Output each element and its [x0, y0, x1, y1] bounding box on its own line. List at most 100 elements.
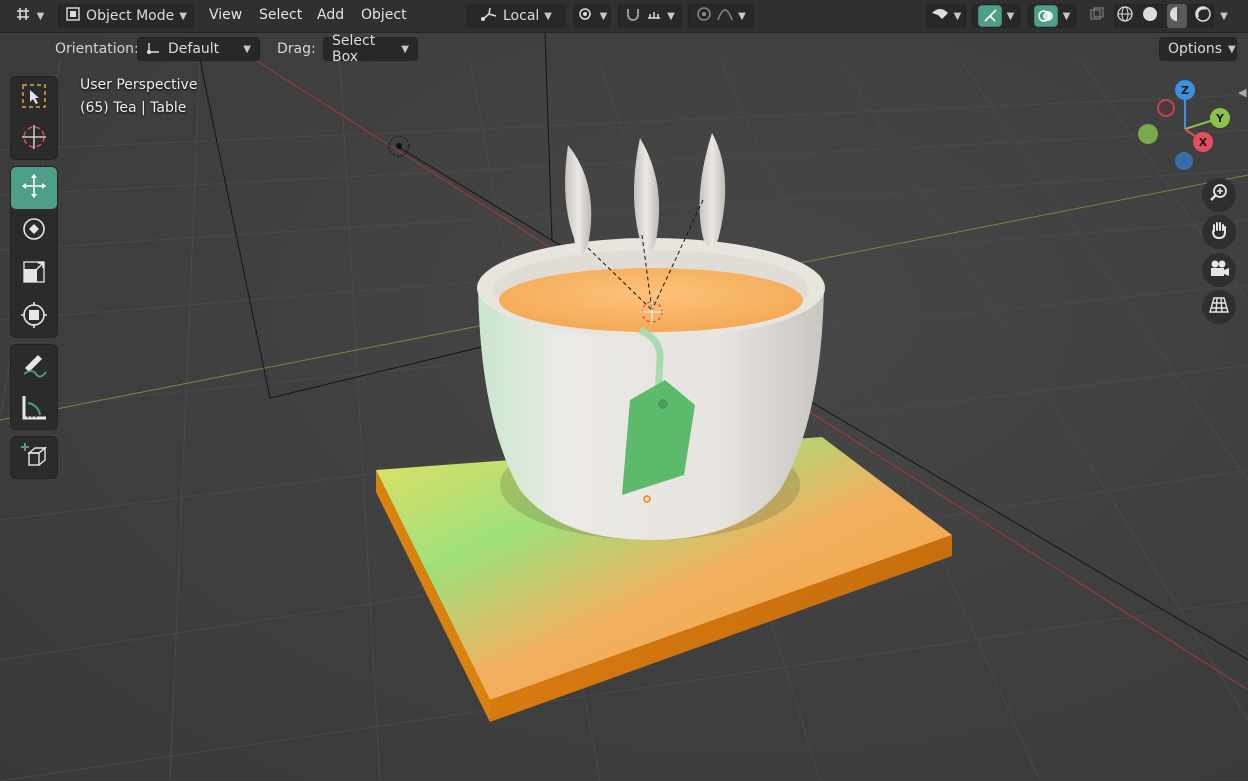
steam-right[interactable]	[699, 133, 726, 248]
orientation-icon	[480, 6, 498, 26]
add-cube-tool[interactable]	[11, 437, 57, 479]
view-object-types-icon	[931, 7, 949, 25]
cursor-tool[interactable]	[11, 118, 57, 160]
camera-view-button[interactable]	[1202, 253, 1236, 287]
gizmo-y-axis[interactable]: Y	[1210, 108, 1230, 128]
editor-type-icon	[14, 5, 32, 27]
grid-perspective-icon	[1209, 295, 1229, 319]
magnet-icon	[625, 6, 641, 26]
shading-options-button[interactable]: ▼	[1214, 4, 1234, 28]
overlays-toggle-group[interactable]: ▼	[1028, 4, 1076, 28]
chevron-down-icon: ▼	[1220, 10, 1228, 22]
toolbar-transform-group	[10, 166, 58, 338]
measure-tool[interactable]	[11, 388, 57, 430]
toolbar-annotate-group	[10, 344, 58, 430]
drag-label: Drag:	[277, 41, 316, 57]
chevron-down-icon: ▼	[599, 10, 608, 22]
drag-dropdown[interactable]: Select Box ▼	[323, 33, 418, 65]
pivot-point-button[interactable]: ▼	[573, 4, 611, 28]
falloff-curve-icon	[717, 6, 733, 26]
orientation-dropdown[interactable]: Default ▼	[137, 37, 260, 61]
orientation-axes-icon	[146, 39, 162, 59]
toolbar-select-group	[10, 76, 58, 160]
move-tool[interactable]	[11, 167, 57, 209]
orientation-value: Default	[168, 41, 220, 57]
annotate-tool[interactable]	[11, 345, 57, 387]
options-dropdown[interactable]: Options ▼	[1159, 37, 1237, 61]
mode-label: Object Mode	[86, 8, 175, 24]
menu-view[interactable]: View	[209, 7, 242, 25]
overlays-icon[interactable]	[1033, 5, 1058, 27]
rendered-shading-icon[interactable]	[1194, 5, 1212, 27]
measure-ruler-icon	[20, 393, 48, 425]
chevron-down-icon: ▼	[953, 10, 962, 22]
pivot-icon	[577, 6, 595, 26]
options-label: Options	[1168, 41, 1223, 57]
zoom-icon	[1209, 183, 1229, 207]
shading-mode-group[interactable]	[1114, 4, 1214, 28]
gizmo-toggle-group[interactable]: ▼	[972, 4, 1020, 28]
orientation-label: Orientation:	[55, 41, 139, 57]
gizmo-neg-x-axis[interactable]	[1157, 99, 1175, 117]
transform-orientation-dropdown[interactable]: Local ▼	[467, 4, 565, 28]
select-box-tool[interactable]	[11, 77, 57, 119]
rotate-icon	[20, 215, 48, 247]
xray-toggle[interactable]	[1084, 4, 1110, 28]
chevron-down-icon: ▼	[667, 10, 675, 22]
object-info-text: (65) Tea | Table	[80, 100, 187, 116]
viewport-header: ▼ Object Mode ▼ View Select Add Object L…	[0, 0, 1248, 33]
chevron-down-icon: ▼	[243, 43, 251, 55]
transform-icon	[20, 301, 48, 333]
gizmo-x-axis[interactable]: X	[1193, 132, 1213, 152]
3d-viewport[interactable]	[0, 0, 1248, 781]
chevron-down-icon: ▼	[36, 10, 45, 22]
hand-icon	[1209, 220, 1229, 244]
proportional-editing-group[interactable]: ▼	[688, 4, 754, 28]
material-preview-shading-icon[interactable]	[1166, 4, 1187, 28]
gizmo-icon[interactable]	[977, 5, 1002, 27]
chevron-down-icon: ▼	[1006, 10, 1015, 22]
pan-button[interactable]	[1202, 215, 1236, 249]
sidebar-toggle-icon[interactable]: ◀	[1238, 86, 1246, 99]
chevron-down-icon: ▼	[738, 10, 746, 22]
wireframe-shading-icon[interactable]	[1116, 5, 1134, 27]
gizmo-neg-z-axis[interactable]	[1175, 152, 1193, 170]
steam-left[interactable]	[565, 145, 592, 255]
camera-icon	[1208, 258, 1230, 282]
navigation-gizmo[interactable]: Z Y X	[1130, 74, 1236, 180]
transform-tool[interactable]	[11, 296, 57, 338]
toggle-perspective-button[interactable]	[1202, 290, 1236, 324]
snap-increment-icon	[646, 6, 662, 26]
snapping-group[interactable]: ▼	[618, 4, 682, 28]
orientation-label: Local	[503, 8, 540, 24]
visibility-selectability-button[interactable]: ▼	[926, 4, 966, 28]
gizmo-z-axis[interactable]: Z	[1175, 80, 1195, 100]
annotate-pencil-icon	[20, 350, 48, 382]
rotate-tool[interactable]	[11, 210, 57, 252]
view-name-text: User Perspective	[80, 77, 198, 93]
menu-add[interactable]: Add	[317, 7, 344, 25]
scale-icon	[21, 259, 47, 289]
editor-type-button[interactable]: ▼	[8, 4, 50, 28]
menu-select[interactable]: Select	[259, 7, 302, 25]
scale-tool[interactable]	[11, 253, 57, 295]
chevron-down-icon: ▼	[1062, 10, 1071, 22]
select-box-icon	[21, 83, 47, 113]
chevron-down-icon: ▼	[544, 10, 552, 22]
zoom-button[interactable]	[1202, 178, 1236, 212]
mode-selector[interactable]: Object Mode ▼	[58, 4, 194, 28]
steam-middle[interactable]	[634, 138, 660, 254]
chevron-down-icon: ▼	[179, 10, 187, 22]
cursor-icon	[20, 123, 48, 155]
scene-canvas[interactable]	[0, 0, 1248, 781]
move-icon	[20, 172, 48, 204]
chevron-down-icon: ▼	[1228, 43, 1236, 55]
drag-value: Select Box	[332, 33, 376, 65]
menu-object[interactable]: Object	[361, 7, 407, 25]
object-mode-icon	[65, 6, 81, 26]
proportional-edit-icon	[696, 6, 712, 26]
toolbar-add-group	[10, 436, 58, 479]
solid-shading-icon[interactable]	[1141, 5, 1159, 27]
xray-icon	[1089, 6, 1105, 26]
gizmo-neg-y-axis[interactable]	[1138, 124, 1158, 144]
